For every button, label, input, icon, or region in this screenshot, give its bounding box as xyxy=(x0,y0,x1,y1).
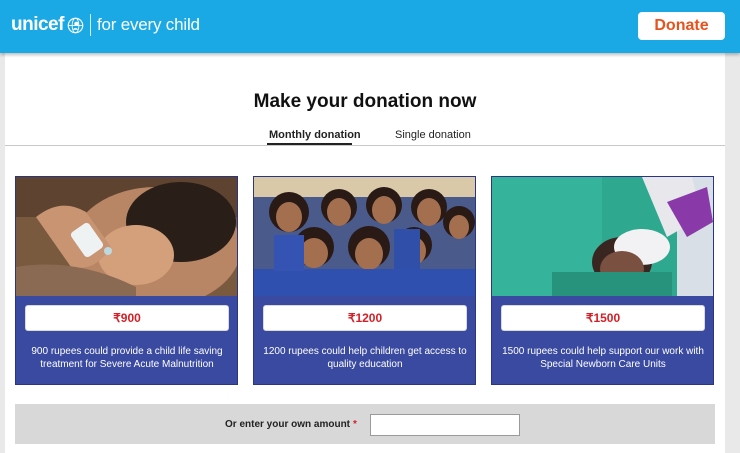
top-header: unicef for every child Donate xyxy=(0,0,740,53)
nurse-with-newborn-photo xyxy=(492,177,713,296)
amount-button-900[interactable]: ₹900 xyxy=(25,305,229,331)
custom-amount-input[interactable] xyxy=(370,414,520,436)
card-description: 1200 rupees could help children get acce… xyxy=(263,346,467,370)
donation-card-900[interactable]: ₹900 900 rupees could provide a child li… xyxy=(15,176,238,385)
donate-button[interactable]: Donate xyxy=(638,12,725,40)
tabs-divider xyxy=(5,145,725,146)
donation-card-1500[interactable]: ₹1500 1500 rupees could help support our… xyxy=(491,176,714,385)
required-asterisk: * xyxy=(353,419,357,430)
brand-tagline: for every child xyxy=(96,15,200,34)
amount-button-1200[interactable]: ₹1200 xyxy=(263,305,467,331)
logo-divider xyxy=(89,14,91,36)
brand-wordmark: unicef xyxy=(11,14,64,35)
tab-single-donation[interactable]: Single donation xyxy=(395,129,471,141)
custom-amount-section: Or enter your own amount * xyxy=(15,404,715,444)
group-of-schoolgirls-photo xyxy=(254,177,475,296)
newborn-receiving-drops-photo xyxy=(16,177,237,296)
amount-button-1500[interactable]: ₹1500 xyxy=(501,305,705,331)
card-description: 900 rupees could provide a child life sa… xyxy=(31,346,223,370)
page-title: Make your donation now xyxy=(253,91,477,112)
globe-emblem-icon xyxy=(67,17,84,33)
custom-amount-label: Or enter your own amount * xyxy=(225,419,357,430)
tab-monthly-donation[interactable]: Monthly donation xyxy=(269,129,361,141)
donation-card-1200[interactable]: ₹1200 1200 rupees could help children ge… xyxy=(253,176,476,385)
card-description: 1500 rupees could help support our work … xyxy=(502,346,704,370)
unicef-logo[interactable]: unicef for every child xyxy=(11,13,200,37)
donation-panel: Make your donation now Monthly donation … xyxy=(5,53,725,453)
custom-amount-label-text: Or enter your own amount xyxy=(225,419,351,430)
